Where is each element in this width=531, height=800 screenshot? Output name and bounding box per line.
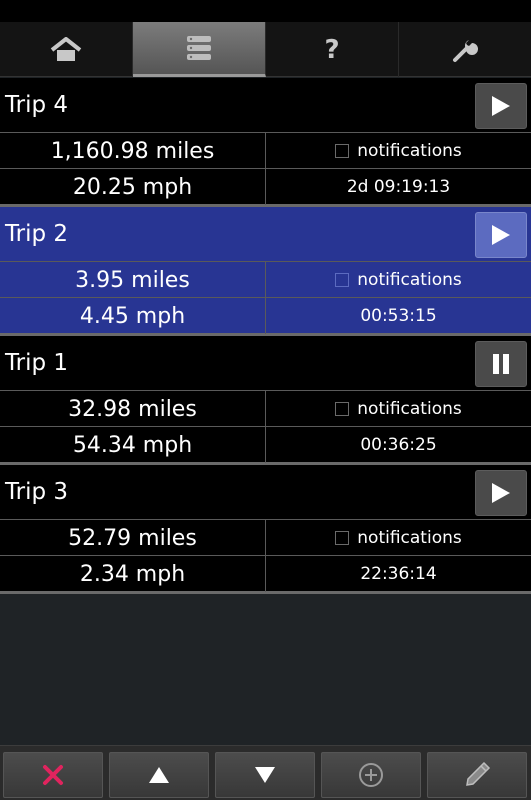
trip-name: Trip 1 <box>5 350 69 376</box>
trip-item[interactable]: Trip 4 1,160.98 miles notifications 20.2… <box>0 78 531 207</box>
trip-row: 20.25 mph 2d 09:19:13 <box>0 169 531 205</box>
trip-row: 54.34 mph 00:36:25 <box>0 427 531 463</box>
pause-icon <box>493 354 509 374</box>
trip-duration: 2d 09:19:13 <box>346 177 451 197</box>
trip-row: 3.95 miles notifications <box>0 262 531 298</box>
notifications-checkbox[interactable] <box>335 531 350 545</box>
trip-name: Trip 2 <box>5 221 69 247</box>
tab-trips[interactable] <box>133 22 266 77</box>
trip-pause-button[interactable] <box>475 341 527 387</box>
notifications-checkbox[interactable] <box>335 402 350 416</box>
move-up-icon <box>149 767 169 783</box>
trip-item[interactable]: Trip 2 3.95 miles notifications 4.45 mph… <box>0 207 531 336</box>
status-bar <box>0 0 531 22</box>
move-up-button[interactable] <box>109 752 209 798</box>
trip-duration: 00:53:15 <box>360 306 437 326</box>
trip-notifications[interactable]: notifications <box>266 520 531 556</box>
bottom-toolbar <box>0 745 531 800</box>
edit-button[interactable] <box>427 752 527 798</box>
notifications-label: notifications <box>357 528 462 548</box>
trip-distance: 3.95 miles <box>0 262 266 298</box>
trip-item[interactable]: Trip 3 52.79 miles notifications 2.34 mp… <box>0 465 531 594</box>
tab-settings[interactable] <box>399 22 531 77</box>
trip-list: Trip 4 1,160.98 miles notifications 20.2… <box>0 78 531 594</box>
wrench-icon <box>453 39 478 62</box>
list-icon <box>187 36 211 60</box>
help-icon: ? <box>324 34 340 65</box>
delete-button[interactable] <box>3 752 103 798</box>
trip-speed: 20.25 mph <box>0 169 266 205</box>
trip-speed: 4.45 mph <box>0 298 266 334</box>
notifications-checkbox[interactable] <box>335 144 350 158</box>
trip-speed: 54.34 mph <box>0 427 266 463</box>
trip-row: 2.34 mph 22:36:14 <box>0 556 531 592</box>
trip-header: Trip 3 <box>0 465 531 520</box>
add-button[interactable] <box>321 752 421 798</box>
trip-name: Trip 3 <box>5 479 69 505</box>
notifications-label: notifications <box>357 270 462 290</box>
trip-notifications[interactable]: notifications <box>266 391 531 427</box>
trip-distance: 1,160.98 miles <box>0 133 266 169</box>
play-icon <box>492 225 510 245</box>
notifications-checkbox[interactable] <box>335 273 350 287</box>
trip-play-button[interactable] <box>475 83 527 129</box>
trip-play-button[interactable] <box>475 470 527 516</box>
trip-name: Trip 4 <box>5 92 69 118</box>
move-down-icon <box>255 767 275 783</box>
trip-duration: 00:36:25 <box>360 435 437 455</box>
home-icon <box>50 36 82 61</box>
play-icon <box>492 96 510 116</box>
trip-speed: 2.34 mph <box>0 556 266 592</box>
trip-notifications[interactable]: notifications <box>266 262 531 298</box>
trip-play-button[interactable] <box>475 212 527 258</box>
add-icon <box>359 763 383 787</box>
tab-home[interactable] <box>0 22 133 77</box>
trip-duration: 22:36:14 <box>360 564 437 584</box>
tab-bar: ? <box>0 22 531 77</box>
edit-icon <box>466 761 491 786</box>
trip-row: 32.98 miles notifications <box>0 391 531 427</box>
notifications-label: notifications <box>357 141 462 161</box>
trip-distance: 52.79 miles <box>0 520 266 556</box>
trip-distance: 32.98 miles <box>0 391 266 427</box>
trip-header: Trip 1 <box>0 336 531 391</box>
trip-notifications[interactable]: notifications <box>266 133 531 169</box>
notifications-label: notifications <box>357 399 462 419</box>
trip-row: 52.79 miles notifications <box>0 520 531 556</box>
delete-icon <box>43 765 63 785</box>
trip-row: 4.45 mph 00:53:15 <box>0 298 531 334</box>
play-icon <box>492 483 510 503</box>
trip-row: 1,160.98 miles notifications <box>0 133 531 169</box>
move-down-button[interactable] <box>215 752 315 798</box>
trip-header: Trip 2 <box>0 207 531 262</box>
trip-item[interactable]: Trip 1 32.98 miles notifications 54.34 m… <box>0 336 531 465</box>
tab-help[interactable]: ? <box>266 22 399 77</box>
trip-header: Trip 4 <box>0 78 531 133</box>
